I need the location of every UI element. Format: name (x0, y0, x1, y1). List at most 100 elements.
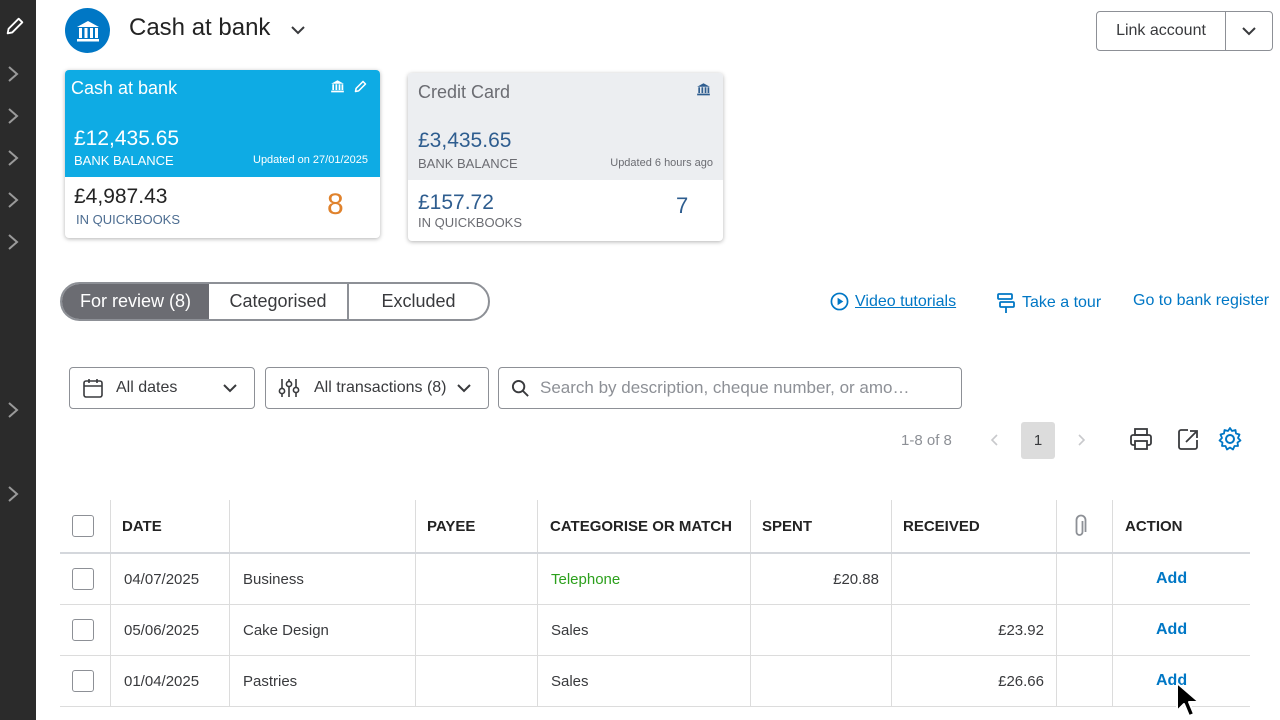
chevron-right-icon[interactable] (5, 401, 21, 419)
card-pending-count: 8 (327, 188, 344, 221)
search-placeholder: Search by description, cheque number, or… (540, 378, 910, 397)
chevron-right-icon[interactable] (5, 107, 21, 125)
cell-date: 04/07/2025 (124, 570, 200, 588)
card-pending-count: 7 (676, 193, 689, 218)
transactions-filter[interactable]: All transactions (8) (265, 367, 489, 409)
card-updated: Updated on 27/01/2025 (253, 154, 368, 166)
table-header-row: DATE PAYEE CATEGORISE OR MATCH SPENT REC… (60, 500, 1250, 554)
card-quickbooks-label: IN QUICKBOOKS (76, 212, 181, 227)
cell-received: £26.66 (998, 672, 1044, 690)
card-updated: Updated 6 hours ago (610, 157, 713, 169)
gear-icon[interactable] (1217, 426, 1243, 452)
page-title[interactable]: Cash at bank (129, 14, 270, 42)
cell-description: Cake Design (243, 621, 329, 639)
bank-icon (697, 83, 710, 96)
pencil-icon[interactable] (353, 79, 368, 94)
go-to-bank-register-link[interactable]: Go to bank register (1133, 292, 1269, 310)
cell-date: 01/04/2025 (124, 672, 200, 690)
cell-received: £23.92 (998, 621, 1044, 639)
cell-date: 05/06/2025 (124, 621, 200, 639)
cell-description: Business (243, 570, 304, 588)
chevron-right-icon[interactable] (5, 149, 21, 167)
pagination-range: 1-8 of 8 (901, 432, 952, 449)
page-number-current[interactable]: 1 (1021, 422, 1055, 459)
card-bank-balance-label: BANK BALANCE (418, 156, 518, 171)
row-checkbox[interactable] (72, 619, 94, 641)
search-icon (511, 379, 529, 397)
cell-category[interactable]: Sales (551, 605, 589, 655)
tab-for-review[interactable]: For review (8) (62, 284, 209, 319)
column-header-action: ACTION (1125, 517, 1183, 535)
take-a-tour-link[interactable]: Take a tour (996, 292, 1101, 314)
link-account-label[interactable]: Link account (1097, 12, 1226, 50)
cell-spent (762, 605, 879, 655)
chevron-right-icon[interactable] (5, 485, 21, 503)
transactions-table: DATE PAYEE CATEGORISE OR MATCH SPENT REC… (60, 500, 1250, 707)
video-tutorials-link[interactable]: Video tutorials (830, 292, 956, 311)
card-quickbooks-balance: £157.72 (418, 191, 494, 214)
card-account-name: Credit Card (418, 82, 511, 102)
cell-category[interactable]: Telephone (551, 554, 620, 604)
row-checkbox[interactable] (72, 568, 94, 590)
card-quickbooks-balance: £4,987.43 (74, 185, 168, 208)
chevron-down-icon (1242, 27, 1256, 36)
cell-description: Pastries (243, 672, 298, 690)
export-icon[interactable] (1175, 426, 1201, 452)
chevron-left-icon[interactable] (988, 433, 1002, 447)
bank-icon (331, 80, 344, 93)
left-sidebar (0, 0, 36, 720)
chevron-right-icon[interactable] (1074, 433, 1088, 447)
chevron-right-icon[interactable] (5, 191, 21, 209)
chevron-down-icon (457, 384, 471, 393)
column-header-date[interactable]: DATE (122, 500, 162, 552)
transactions-filter-label: All transactions (8) (314, 379, 447, 396)
add-button[interactable]: Add (1156, 554, 1187, 604)
account-card-credit-card[interactable]: Credit Card £3,435.65 BANK BALANCE Updat… (408, 73, 723, 241)
pencil-icon[interactable] (4, 15, 26, 37)
chevron-right-icon[interactable] (5, 233, 21, 251)
column-header-category[interactable]: CATEGORISE OR MATCH (550, 500, 732, 552)
table-row[interactable]: 05/06/2025 Cake Design Sales £23.92 Add (60, 605, 1250, 656)
column-header-payee[interactable]: PAYEE (427, 500, 475, 552)
card-bank-balance: £3,435.65 (418, 129, 512, 152)
card-bank-balance: £12,435.65 (74, 127, 180, 150)
column-header-received[interactable]: RECEIVED (903, 500, 980, 552)
dates-filter[interactable]: All dates (69, 367, 255, 409)
calendar-icon (83, 379, 103, 398)
account-card-cash-at-bank[interactable]: Cash at bank £12,435.65 BANK BALANCE Upd… (65, 70, 380, 238)
signpost-icon (997, 293, 1015, 313)
column-header-spent[interactable]: SPENT (762, 500, 812, 552)
table-row[interactable]: 01/04/2025 Pastries Sales £26.66 Add (60, 656, 1250, 707)
cell-received (903, 554, 1044, 604)
take-a-tour-label[interactable]: Take a tour (1022, 294, 1101, 312)
card-bank-balance-label: BANK BALANCE (74, 153, 174, 168)
tab-excluded[interactable]: Excluded (349, 284, 488, 319)
row-checkbox[interactable] (72, 670, 94, 692)
video-tutorials-label[interactable]: Video tutorials (855, 293, 956, 311)
cursor-icon (1176, 682, 1200, 717)
select-all-checkbox[interactable] (72, 515, 94, 537)
filter-sliders-icon (278, 379, 300, 397)
review-tabs: For review (8) Categorised Excluded (60, 282, 490, 321)
card-account-name: Cash at bank (71, 78, 178, 98)
link-account-dropdown[interactable] (1226, 12, 1272, 50)
play-circle-icon (830, 292, 849, 311)
link-account-button[interactable]: Link account (1096, 11, 1273, 51)
card-quickbooks-label: IN QUICKBOOKS (418, 215, 523, 230)
bank-icon (76, 20, 99, 41)
print-icon[interactable] (1128, 426, 1154, 452)
chevron-down-icon (223, 384, 237, 393)
cell-category[interactable]: Sales (551, 656, 589, 706)
paperclip-icon (1075, 514, 1087, 536)
dates-filter-label: All dates (116, 379, 178, 396)
go-to-bank-register-label[interactable]: Go to bank register (1133, 292, 1269, 310)
chevron-right-icon[interactable] (5, 65, 21, 83)
account-avatar (65, 8, 110, 53)
cell-spent (762, 656, 879, 706)
cell-spent: £20.88 (833, 570, 879, 588)
tab-categorised[interactable]: Categorised (209, 284, 349, 319)
table-row[interactable]: 04/07/2025 Business Telephone £20.88 Add (60, 554, 1250, 605)
add-button[interactable]: Add (1156, 605, 1187, 655)
search-input[interactable]: Search by description, cheque number, or… (498, 367, 962, 409)
chevron-down-icon[interactable] (289, 21, 307, 39)
